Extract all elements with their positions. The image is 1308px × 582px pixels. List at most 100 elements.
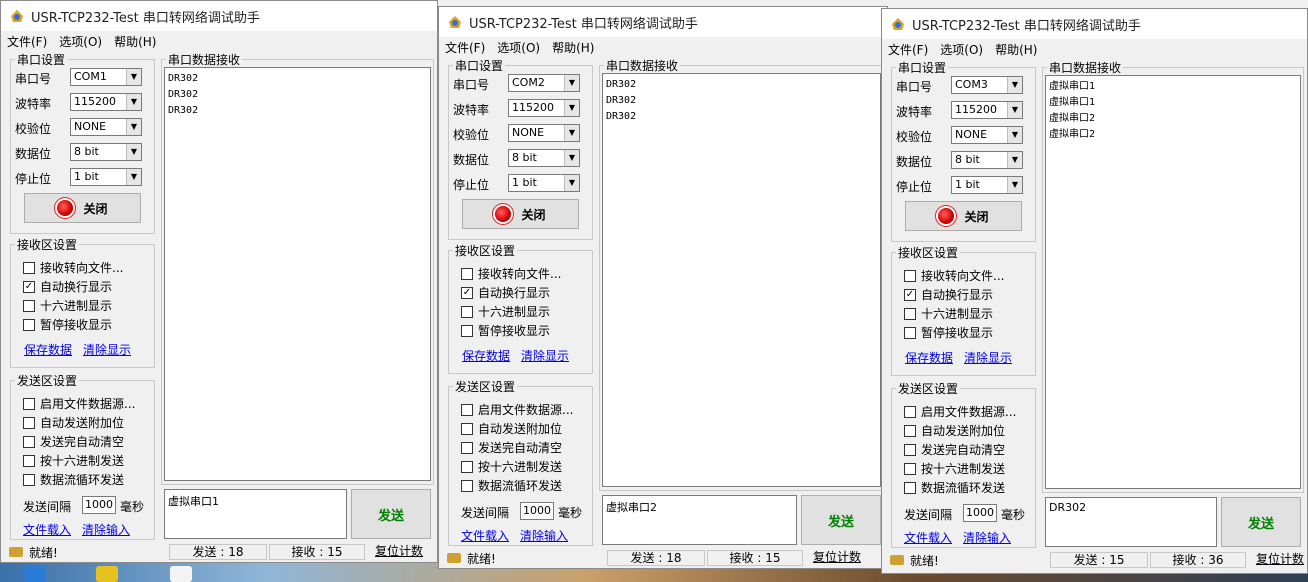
parity-select[interactable]: NONE ▼: [508, 124, 580, 142]
close-port-button[interactable]: 关闭: [462, 199, 579, 229]
checkbox-box[interactable]: [904, 326, 916, 339]
clear-display-link[interactable]: 清除显示: [964, 349, 1012, 366]
send-option-checkbox[interactable]: 发送完自动清空: [461, 439, 562, 456]
chevron-down-icon[interactable]: ▼: [1007, 152, 1022, 168]
chevron-down-icon[interactable]: ▼: [126, 69, 141, 85]
chevron-down-icon[interactable]: ▼: [1007, 102, 1022, 118]
send-option-checkbox[interactable]: 发送完自动清空: [23, 433, 124, 450]
clear-input-link[interactable]: 清除输入: [520, 527, 568, 544]
chevron-down-icon[interactable]: ▼: [564, 175, 579, 191]
parity-select[interactable]: NONE ▼: [951, 126, 1023, 144]
checkbox-box[interactable]: [904, 269, 916, 282]
title-bar[interactable]: USR-TCP232-Test 串口转网络调试助手: [1, 1, 437, 31]
save-data-link[interactable]: 保存数据: [905, 349, 953, 366]
menu-item[interactable]: 帮助(H): [552, 39, 594, 56]
checkbox-box[interactable]: [461, 324, 473, 337]
checkbox-box[interactable]: ✓: [461, 286, 473, 299]
title-bar[interactable]: USR-TCP232-Test 串口转网络调试助手: [439, 7, 887, 37]
checkbox-box[interactable]: [23, 261, 35, 274]
receive-option-checkbox[interactable]: ✓ 自动换行显示: [461, 284, 550, 301]
port-select[interactable]: COM3 ▼: [951, 76, 1023, 94]
chevron-down-icon[interactable]: ▼: [1007, 127, 1022, 143]
databits-select[interactable]: 8 bit ▼: [508, 149, 580, 167]
save-data-link[interactable]: 保存数据: [462, 347, 510, 364]
clear-display-link[interactable]: 清除显示: [521, 347, 569, 364]
checkbox-box[interactable]: [461, 403, 473, 416]
receive-textarea[interactable]: 虚拟串口1 虚拟串口1 虚拟串口2 虚拟串口2: [1045, 75, 1301, 489]
chevron-down-icon[interactable]: ▼: [1007, 77, 1022, 93]
send-option-checkbox[interactable]: 自动发送附加位: [461, 420, 562, 437]
checkbox-box[interactable]: [904, 443, 916, 456]
load-file-link[interactable]: 文件载入: [461, 527, 509, 544]
checkbox-box[interactable]: [23, 299, 35, 312]
desktop-file-icon[interactable]: [170, 566, 192, 582]
stopbits-select[interactable]: 1 bit ▼: [951, 176, 1023, 194]
send-button[interactable]: 发送: [351, 489, 431, 539]
save-data-link[interactable]: 保存数据: [24, 341, 72, 358]
checkbox-box[interactable]: [904, 462, 916, 475]
chevron-down-icon[interactable]: ▼: [126, 144, 141, 160]
send-button[interactable]: 发送: [1221, 497, 1301, 547]
checkbox-box[interactable]: ✓: [23, 280, 35, 293]
interval-input[interactable]: 1000: [520, 502, 554, 520]
checkbox-box[interactable]: [904, 307, 916, 320]
send-option-checkbox[interactable]: 自动发送附加位: [904, 422, 1005, 439]
receive-option-checkbox[interactable]: 十六进制显示: [904, 305, 993, 322]
load-file-link[interactable]: 文件载入: [23, 521, 71, 538]
checkbox-box[interactable]: ✓: [904, 288, 916, 301]
baud-select[interactable]: 115200 ▼: [508, 99, 580, 117]
menu-item[interactable]: 选项(O): [497, 39, 540, 56]
receive-option-checkbox[interactable]: 十六进制显示: [23, 297, 112, 314]
send-option-checkbox[interactable]: 按十六进制发送: [461, 458, 562, 475]
clear-input-link[interactable]: 清除输入: [82, 521, 130, 538]
load-file-link[interactable]: 文件载入: [904, 529, 952, 546]
interval-input[interactable]: 1000: [82, 496, 116, 514]
stopbits-select[interactable]: 1 bit ▼: [508, 174, 580, 192]
send-option-checkbox[interactable]: 数据流循环发送: [904, 479, 1005, 496]
send-option-checkbox[interactable]: 发送完自动清空: [904, 441, 1005, 458]
checkbox-box[interactable]: [904, 481, 916, 494]
reset-count-button[interactable]: 复位计数: [367, 544, 431, 560]
databits-select[interactable]: 8 bit ▼: [70, 143, 142, 161]
chevron-down-icon[interactable]: ▼: [564, 75, 579, 91]
receive-option-checkbox[interactable]: 暂停接收显示: [904, 324, 993, 341]
receive-option-checkbox[interactable]: ✓ 自动换行显示: [23, 278, 112, 295]
app-window[interactable]: USR-TCP232-Test 串口转网络调试助手 文件(F) 选项(O) 帮助(H)…: [881, 8, 1308, 574]
title-bar[interactable]: USR-TCP232-Test 串口转网络调试助手: [882, 9, 1307, 39]
send-option-checkbox[interactable]: 按十六进制发送: [904, 460, 1005, 477]
baud-select[interactable]: 115200 ▼: [70, 93, 142, 111]
menu-item[interactable]: 选项(O): [59, 33, 102, 50]
menu-item[interactable]: 帮助(H): [114, 33, 156, 50]
receive-option-checkbox[interactable]: 暂停接收显示: [23, 316, 112, 333]
menu-item[interactable]: 文件(F): [445, 39, 485, 56]
checkbox-box[interactable]: [461, 305, 473, 318]
send-option-checkbox[interactable]: 数据流循环发送: [461, 477, 562, 494]
send-option-checkbox[interactable]: 启用文件数据源...: [461, 401, 573, 418]
app-window[interactable]: USR-TCP232-Test 串口转网络调试助手文件(F) 选项(O) 帮助(H)…: [438, 6, 888, 569]
send-option-checkbox[interactable]: 启用文件数据源...: [904, 403, 1016, 420]
checkbox-box[interactable]: [461, 422, 473, 435]
chevron-down-icon[interactable]: ▼: [126, 169, 141, 185]
send-option-checkbox[interactable]: 按十六进制发送: [23, 452, 124, 469]
checkbox-box[interactable]: [904, 424, 916, 437]
close-port-button[interactable]: 关闭: [24, 193, 141, 223]
databits-select[interactable]: 8 bit ▼: [951, 151, 1023, 169]
send-button[interactable]: 发送: [801, 495, 881, 545]
clear-display-link[interactable]: 清除显示: [83, 341, 131, 358]
menu-item[interactable]: 帮助(H): [995, 41, 1037, 58]
receive-option-checkbox[interactable]: 接收转向文件...: [23, 259, 123, 276]
desktop-app-icon[interactable]: [24, 566, 46, 582]
receive-option-checkbox[interactable]: 十六进制显示: [461, 303, 550, 320]
interval-input[interactable]: 1000: [963, 504, 997, 522]
checkbox-box[interactable]: [23, 435, 35, 448]
menu-item[interactable]: 文件(F): [888, 41, 928, 58]
checkbox-box[interactable]: [461, 460, 473, 473]
receive-option-checkbox[interactable]: 接收转向文件...: [461, 265, 561, 282]
desktop-app-icon[interactable]: [96, 566, 118, 582]
reset-count-button[interactable]: 复位计数: [805, 550, 869, 566]
port-select[interactable]: COM1 ▼: [70, 68, 142, 86]
baud-select[interactable]: 115200 ▼: [951, 101, 1023, 119]
clear-input-link[interactable]: 清除输入: [963, 529, 1011, 546]
send-option-checkbox[interactable]: 数据流循环发送: [23, 471, 124, 488]
chevron-down-icon[interactable]: ▼: [126, 94, 141, 110]
